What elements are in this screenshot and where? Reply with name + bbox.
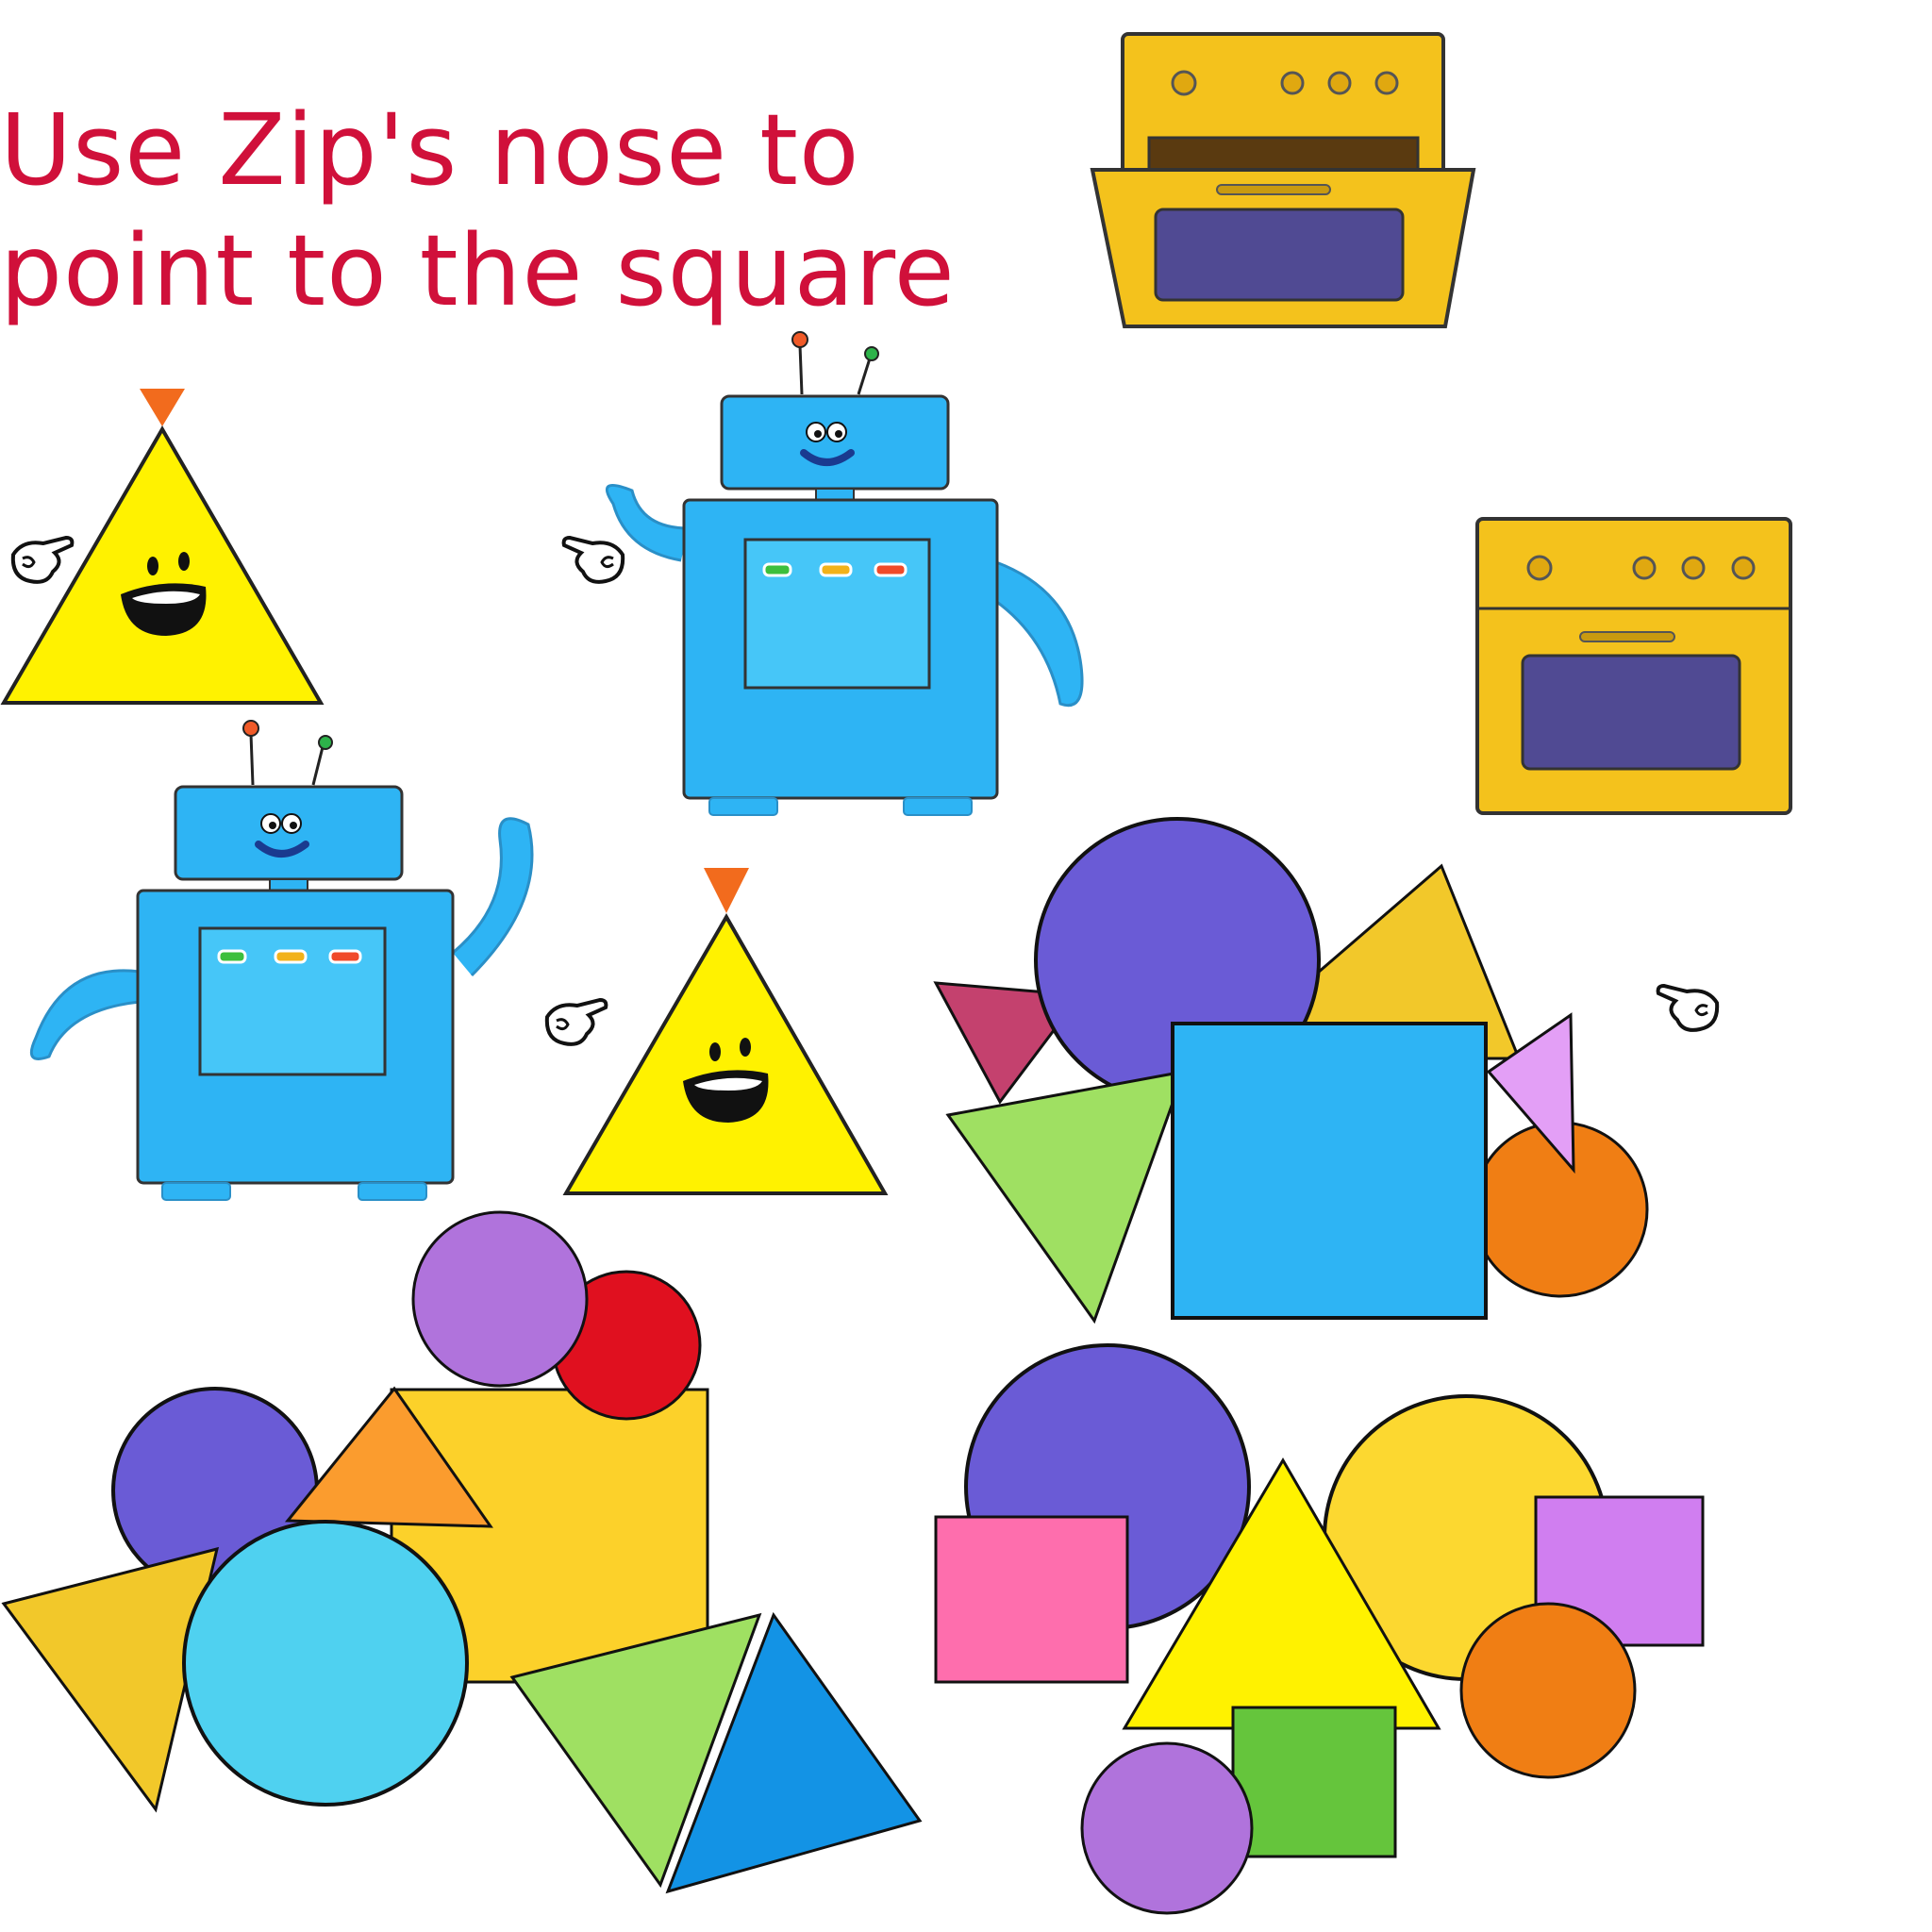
square-shape[interactable] [1171,1022,1488,1320]
shape-pile-1 [933,817,1649,1324]
open-oven[interactable] [1090,32,1476,328]
circle-shape[interactable] [1080,1741,1254,1915]
pointing-hand-icon [561,536,625,584]
pointing-hand-icon [1656,984,1720,1032]
shape-pile-2 [1,1210,923,1894]
robot-character[interactable] [29,720,534,1201]
square-shape[interactable] [934,1515,1129,1684]
game-scene [0,32,1792,1915]
circle-shape[interactable] [182,1520,469,1807]
robot-character[interactable] [605,331,1084,816]
pointing-hand-icon [544,998,608,1046]
zip-nose[interactable] [704,868,749,913]
circle-shape[interactable] [1459,1602,1637,1779]
shape-pile-3 [934,1343,1705,1915]
triangle-shape[interactable] [945,1070,1187,1324]
pointing-hand-icon [10,536,75,584]
circle-shape[interactable] [411,1210,589,1388]
closed-oven[interactable] [1475,517,1792,815]
square-shape[interactable] [1231,1706,1397,1858]
zip-character[interactable] [0,389,625,705]
zip-nose[interactable] [140,389,185,426]
